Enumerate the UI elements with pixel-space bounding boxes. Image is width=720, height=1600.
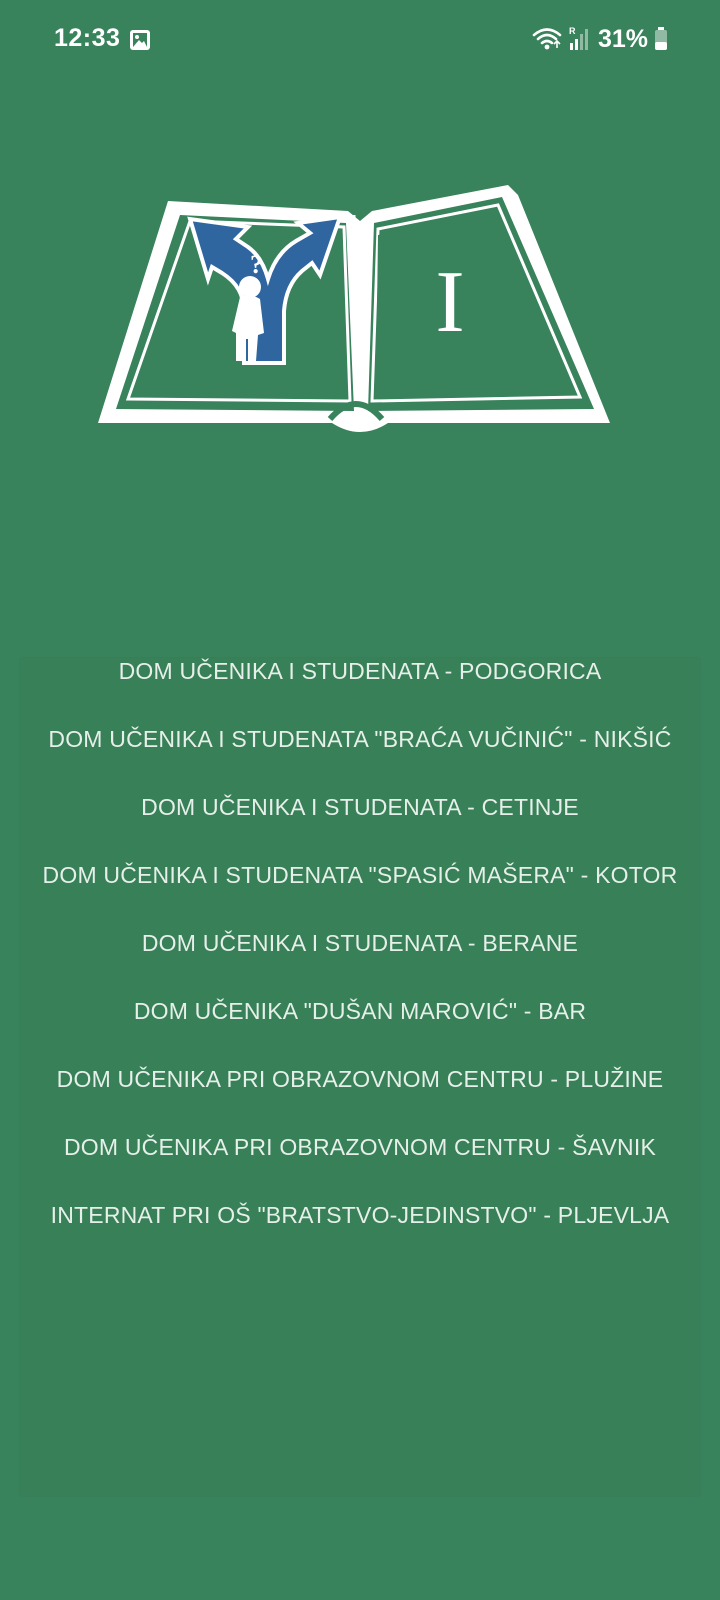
dorm-item-niksic[interactable]: DOM UČENIKA I STUDENATA "BRAĆA VUČINIĆ" … bbox=[20, 722, 700, 756]
logo-letter: I bbox=[435, 254, 464, 351]
app-logo: ? I bbox=[98, 185, 610, 432]
dorm-item-bar[interactable]: DOM UČENIKA "DUŠAN MAROVIĆ" - BAR bbox=[20, 994, 700, 1028]
gallery-icon bbox=[130, 30, 150, 50]
dorm-item-pluzine[interactable]: DOM UČENIKA PRI OBRAZOVNOM CENTRU - PLUŽ… bbox=[20, 1062, 700, 1096]
battery-percentage: 31% bbox=[597, 24, 648, 53]
dorm-item-cetinje[interactable]: DOM UČENIKA I STUDENATA - CETINJE bbox=[20, 790, 700, 824]
dorm-list: DOM UČENIKA I STUDENATA - PODGORICA DOM … bbox=[20, 658, 700, 1496]
dorm-item-podgorica[interactable]: DOM UČENIKA I STUDENATA - PODGORICA bbox=[20, 654, 700, 688]
dorm-item-kotor[interactable]: DOM UČENIKA I STUDENATA "SPASIĆ MAŠERA" … bbox=[20, 858, 700, 892]
dorm-item-berane[interactable]: DOM UČENIKA I STUDENATA - BERANE bbox=[20, 926, 700, 960]
status-time: 12:33 bbox=[54, 24, 121, 52]
battery-icon bbox=[655, 27, 667, 50]
app-screen: 12:33 R 31% ? I DOM UČENIKA I STUDENATA … bbox=[0, 0, 720, 1600]
dorm-item-savnik[interactable]: DOM UČENIKA PRI OBRAZOVNOM CENTRU - ŠAVN… bbox=[20, 1130, 700, 1164]
status-bar: 12:33 R 31% bbox=[0, 0, 720, 80]
status-right-group: R 31% bbox=[532, 24, 668, 54]
signal-icon: R bbox=[569, 26, 588, 50]
wifi-icon bbox=[532, 28, 562, 50]
dorm-item-pljevlja[interactable]: INTERNAT PRI OŠ "BRATSTVO-JEDINSTVO" - P… bbox=[20, 1198, 700, 1232]
svg-text:?: ? bbox=[250, 250, 263, 279]
svg-text:R: R bbox=[569, 26, 576, 36]
